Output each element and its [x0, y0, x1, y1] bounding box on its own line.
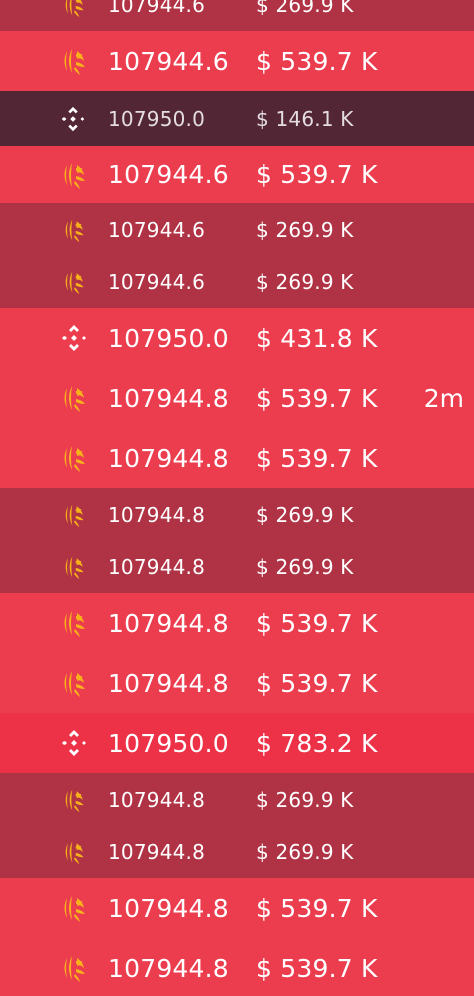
trade-amount: $ 539.7 K: [256, 893, 378, 923]
trade-price: 107944.8: [108, 787, 206, 812]
trade-price: 107944.8: [108, 502, 206, 527]
trade-price: 107944.8: [108, 668, 229, 698]
burst-exchange-icon: [58, 442, 90, 474]
trade-amount: $ 269.9 K: [256, 502, 354, 527]
trade-row-16[interactable]: 107944.8 $ 539.7 K: [0, 878, 474, 938]
burst-exchange-icon: [60, 838, 88, 866]
burst-exchange-icon: [58, 607, 90, 639]
burst-exchange-icon: [58, 667, 90, 699]
trade-amount: $ 431.8 K: [256, 323, 378, 353]
trade-amount: $ 269.9 K: [256, 217, 354, 242]
trade-price: 107944.8: [108, 840, 206, 864]
trade-price: 107944.6: [108, 217, 206, 242]
burst-exchange-icon: [60, 553, 88, 581]
trade-amount: $ 539.7 K: [256, 383, 378, 413]
trade-age: 2m: [423, 383, 464, 413]
trade-price: 107950.0: [108, 106, 206, 131]
diamond-exchange-icon: [58, 104, 88, 134]
trade-row-17[interactable]: 107944.8 $ 539.7 K: [0, 938, 474, 996]
trade-price: 107944.8: [108, 555, 206, 579]
trade-row-10[interactable]: 107944.8 $ 269.9 K: [0, 541, 474, 593]
trade-amount: $ 269.9 K: [256, 555, 354, 579]
trade-price: 107944.8: [108, 443, 229, 473]
trade-price: 107950.0: [108, 323, 229, 353]
burst-exchange-icon: [60, 501, 88, 529]
diamond-exchange-icon: [58, 727, 90, 759]
burst-exchange-icon: [60, 0, 88, 19]
trade-price: 107944.8: [108, 953, 229, 983]
trade-amount: $ 539.7 K: [256, 46, 378, 76]
trade-amount: $ 146.1 K: [256, 106, 354, 131]
trade-amount: $ 539.7 K: [256, 953, 378, 983]
trade-price: 107950.0: [108, 728, 229, 758]
trade-row-6[interactable]: 107950.0 $ 431.8 K: [0, 308, 474, 368]
trade-row-4[interactable]: 107944.6 $ 269.9 K: [0, 203, 474, 256]
burst-exchange-icon: [58, 45, 90, 77]
trade-amount: $ 269.9 K: [256, 787, 354, 812]
trade-price: 107944.6: [108, 160, 229, 189]
trade-amount: $ 539.7 K: [256, 668, 378, 698]
trade-row-8[interactable]: 107944.8 $ 539.7 K: [0, 428, 474, 488]
trade-feed: 107944.6 $ 269.9 K 107944.6 $ 539.7 K 10…: [0, 0, 474, 996]
burst-exchange-icon: [60, 268, 88, 296]
diamond-exchange-icon: [58, 322, 90, 354]
trade-row-13[interactable]: 107950.0 $ 783.2 K: [0, 713, 474, 773]
trade-row-12[interactable]: 107944.8 $ 539.7 K: [0, 653, 474, 713]
trade-price: 107944.8: [108, 893, 229, 923]
trade-amount: $ 783.2 K: [256, 728, 378, 758]
trade-amount: $ 269.9 K: [256, 270, 354, 294]
burst-exchange-icon: [58, 892, 90, 924]
trade-row-9[interactable]: 107944.8 $ 269.9 K: [0, 488, 474, 541]
burst-exchange-icon: [60, 786, 88, 814]
trade-amount: $ 539.7 K: [256, 443, 378, 473]
burst-exchange-icon: [58, 159, 90, 191]
trade-row-1[interactable]: 107944.6 $ 539.7 K: [0, 31, 474, 91]
trade-price: 107944.8: [108, 383, 229, 413]
trade-row-14[interactable]: 107944.8 $ 269.9 K: [0, 773, 474, 826]
trade-row-15[interactable]: 107944.8 $ 269.9 K: [0, 826, 474, 878]
trade-price: 107944.6: [108, 46, 229, 76]
burst-exchange-icon: [58, 952, 90, 984]
trade-row-11[interactable]: 107944.8 $ 539.7 K: [0, 593, 474, 653]
trade-price: 107944.8: [108, 608, 229, 638]
trade-amount: $ 269.9 K: [256, 840, 354, 864]
trade-row-2[interactable]: 107950.0 $ 146.1 K: [0, 91, 474, 146]
trade-amount: $ 539.7 K: [256, 160, 378, 189]
burst-exchange-icon: [60, 216, 88, 244]
trade-row-0[interactable]: 107944.6 $ 269.9 K: [0, 0, 474, 31]
trade-price: 107944.6: [108, 270, 206, 294]
trade-amount: $ 539.7 K: [256, 608, 378, 638]
trade-price: 107944.6: [108, 0, 206, 17]
trade-row-7[interactable]: 107944.8 $ 539.7 K 2m: [0, 368, 474, 428]
trade-row-5[interactable]: 107944.6 $ 269.9 K: [0, 256, 474, 308]
trade-amount: $ 269.9 K: [256, 0, 354, 17]
trade-row-3[interactable]: 107944.6 $ 539.7 K: [0, 146, 474, 203]
burst-exchange-icon: [58, 382, 90, 414]
